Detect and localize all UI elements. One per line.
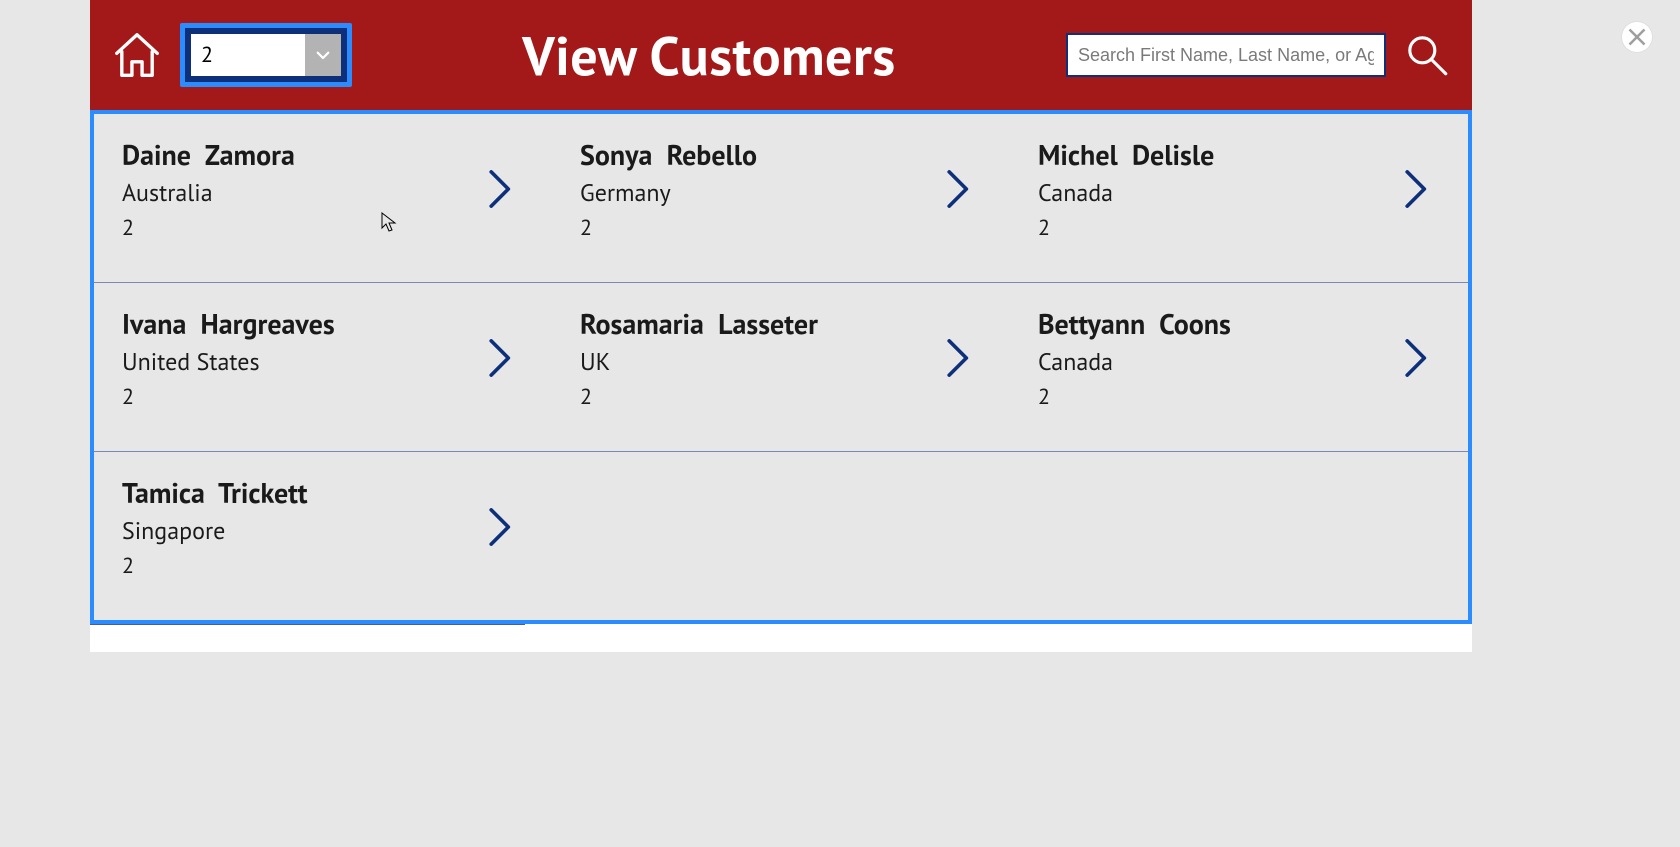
customer-country: Australia (122, 177, 476, 208)
chevron-right-icon (944, 167, 974, 211)
customer-age: 2 (1038, 214, 1392, 242)
customer-age: 2 (122, 214, 476, 242)
customer-info: Tamica Trickett Singapore 2 (122, 474, 476, 580)
customer-age: 2 (122, 383, 476, 411)
chevron-right-icon (486, 505, 516, 549)
open-customer-chevron[interactable] (944, 167, 974, 211)
home-button[interactable] (110, 28, 164, 82)
customer-age: 2 (580, 383, 934, 411)
customer-country: Canada (1038, 346, 1392, 377)
customer-name: Daine Zamora (122, 136, 476, 173)
customer-name: Bettyann Coons (1038, 305, 1392, 342)
customer-age: 2 (580, 214, 934, 242)
customer-info: Ivana Hargreaves United States 2 (122, 305, 476, 411)
customer-card[interactable]: Tamica Trickett Singapore 2 (94, 452, 552, 620)
customer-country: Singapore (122, 515, 476, 546)
chevron-right-icon (486, 336, 516, 380)
footer-underline (90, 624, 525, 625)
customer-info: Bettyann Coons Canada 2 (1038, 305, 1392, 411)
customer-name: Ivana Hargreaves (122, 305, 476, 342)
customer-info: Rosamaria Lasseter UK 2 (580, 305, 934, 411)
open-customer-chevron[interactable] (1402, 336, 1432, 380)
customer-name: Rosamaria Lasseter (580, 305, 934, 342)
open-customer-chevron[interactable] (1402, 167, 1432, 211)
filter-dropdown[interactable]: 2 (191, 34, 341, 76)
filter-dropdown-highlight: 2 (180, 23, 352, 87)
customer-card[interactable]: Rosamaria Lasseter UK 2 (552, 283, 1010, 451)
customer-info: Sonya Rebello Germany 2 (580, 136, 934, 242)
app-frame: 2 View Customers Daine ZamoraAustralia2S… (90, 0, 1472, 652)
customer-list-highlight: Daine Zamora Australia 2 Sonya Rebello Germa… (90, 110, 1472, 624)
chevron-down-icon (314, 46, 332, 64)
footer-strip (90, 624, 1472, 652)
customer-country: Germany (580, 177, 934, 208)
customer-age: 2 (1038, 383, 1392, 411)
chevron-right-icon (944, 336, 974, 380)
customer-card[interactable]: Michel Delisle Canada 2 (1010, 114, 1468, 282)
customer-name: Michel Delisle (1038, 136, 1392, 173)
customer-list: Daine Zamora Australia 2 Sonya Rebello Germa… (94, 114, 1468, 620)
search-icon (1402, 30, 1452, 80)
customer-country: United States (122, 346, 476, 377)
open-customer-chevron[interactable] (486, 336, 516, 380)
customer-age: 2 (122, 552, 476, 580)
chevron-right-icon (486, 167, 516, 211)
filter-caret (305, 34, 341, 76)
customer-card[interactable]: Ivana Hargreaves United States 2 (94, 283, 552, 451)
search-button[interactable] (1402, 30, 1452, 80)
chevron-right-icon (1402, 336, 1432, 380)
customer-info: Michel Delisle Canada 2 (1038, 136, 1392, 242)
customer-info: Daine Zamora Australia 2 (122, 136, 476, 242)
close-icon (1622, 22, 1652, 52)
customer-country: Canada (1038, 177, 1392, 208)
open-customer-chevron[interactable] (486, 167, 516, 211)
open-customer-chevron[interactable] (486, 505, 516, 549)
home-icon (110, 28, 164, 82)
app-header: 2 View Customers (90, 0, 1472, 110)
page-title: View Customers (368, 20, 1050, 90)
customer-card[interactable]: Daine Zamora Australia 2 (94, 114, 552, 282)
customer-name: Tamica Trickett (122, 474, 476, 511)
customer-name: Sonya Rebello (580, 136, 934, 173)
open-customer-chevron[interactable] (944, 336, 974, 380)
chevron-right-icon (1402, 167, 1432, 211)
customer-card[interactable]: Bettyann Coons Canada 2 (1010, 283, 1468, 451)
search-input[interactable] (1066, 33, 1386, 77)
close-button[interactable] (1622, 22, 1652, 52)
customer-country: UK (580, 346, 934, 377)
customer-card[interactable]: Sonya Rebello Germany 2 (552, 114, 1010, 282)
filter-value: 2 (191, 34, 305, 76)
